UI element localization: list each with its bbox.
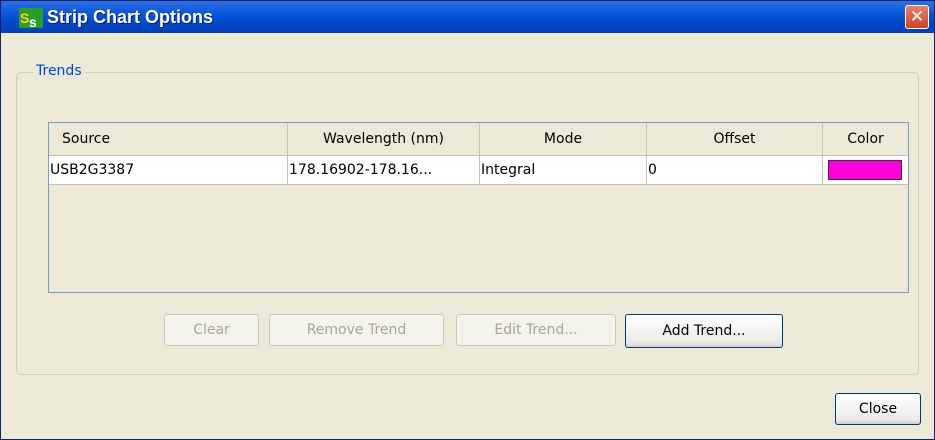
trends-group-label: Trends bbox=[33, 63, 85, 79]
column-header-color[interactable]: Color bbox=[823, 123, 908, 155]
edit-trend-button[interactable]: Edit Trend... bbox=[456, 314, 616, 346]
cell-wavelength[interactable]: 178.16902-178.16... bbox=[288, 156, 480, 184]
column-header-offset[interactable]: Offset bbox=[647, 123, 823, 155]
column-header-mode[interactable]: Mode bbox=[480, 123, 647, 155]
trends-table[interactable]: Source Wavelength (nm) Mode Offset Color… bbox=[48, 122, 909, 293]
title-bar[interactable]: S s Strip Chart Options ✕ bbox=[1, 1, 934, 33]
close-icon: ✕ bbox=[909, 7, 925, 27]
cell-color-swatch[interactable] bbox=[828, 160, 902, 180]
remove-trend-button[interactable]: Remove Trend bbox=[269, 314, 444, 346]
cell-source[interactable]: USB2G3387 bbox=[49, 156, 288, 184]
svg-text:S: S bbox=[20, 10, 29, 26]
window-close-button[interactable]: ✕ bbox=[905, 5, 929, 29]
strip-chart-options-dialog: S s Strip Chart Options ✕ Trends Source … bbox=[0, 0, 935, 440]
column-header-source[interactable]: Source bbox=[49, 123, 288, 155]
add-trend-button[interactable]: Add Trend... bbox=[625, 314, 783, 348]
svg-text:s: s bbox=[29, 14, 37, 28]
clear-button[interactable]: Clear bbox=[164, 314, 259, 346]
cell-mode[interactable]: Integral bbox=[480, 156, 647, 184]
window-title: Strip Chart Options bbox=[47, 7, 213, 27]
close-button[interactable]: Close bbox=[835, 393, 921, 425]
cell-offset[interactable]: 0 bbox=[647, 156, 823, 184]
ss-app-icon: S s bbox=[19, 8, 43, 28]
table-row[interactable]: USB2G3387 178.16902-178.16... Integral 0 bbox=[49, 155, 908, 185]
column-header-wavelength[interactable]: Wavelength (nm) bbox=[288, 123, 480, 155]
